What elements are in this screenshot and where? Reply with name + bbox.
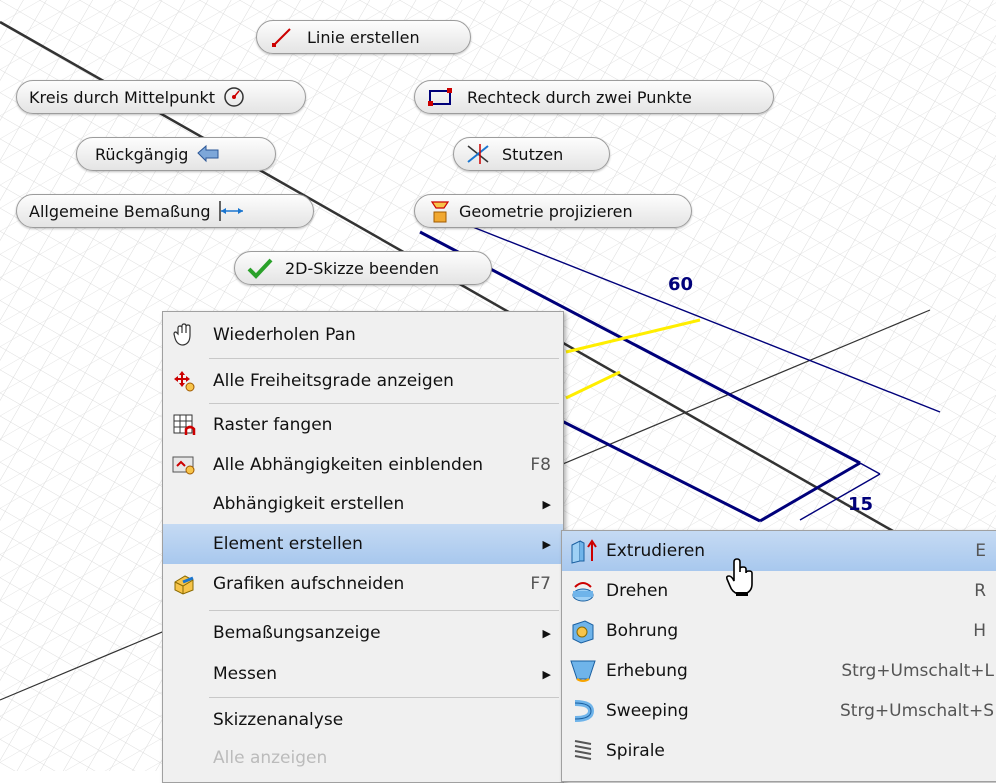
- context-menu: Wiederholen Pan Alle Freiheitsgrade anze…: [162, 311, 564, 783]
- coil-icon: [568, 736, 598, 766]
- menu-item-create-constraint[interactable]: Abhängigkeit erstellen ▶: [163, 484, 563, 524]
- hole-icon: [568, 616, 598, 646]
- revolve-icon: [568, 576, 598, 606]
- submenu-arrow-icon: ▶: [542, 626, 551, 640]
- sweep-icon: [568, 696, 598, 726]
- submenu-item-label: Erhebung: [606, 661, 688, 681]
- slice-graphics-icon: [169, 569, 199, 599]
- menu-item-create-feature[interactable]: Element erstellen ▶: [163, 524, 563, 564]
- undo-button[interactable]: Rückgängig: [76, 137, 276, 171]
- menu-item-measure[interactable]: Messen ▶: [163, 655, 563, 693]
- circle-icon: [221, 85, 247, 109]
- submenu-arrow-icon: ▶: [542, 497, 551, 511]
- menu-item-label: Grafiken aufschneiden: [213, 574, 405, 594]
- menu-item-label: Bemaßungsanzeige: [213, 623, 381, 643]
- submenu-item-label: Bohrung: [606, 621, 679, 641]
- submenu-item-label: Sweeping: [606, 701, 689, 721]
- submenu-item-coil[interactable]: Spirale: [562, 731, 996, 771]
- menu-item-shortcut: F7: [530, 574, 551, 594]
- menu-item-shortcut: F8: [530, 455, 551, 475]
- submenu-item-label: Extrudieren: [606, 541, 706, 561]
- submenu-item-hole[interactable]: Bohrung H: [562, 611, 996, 651]
- menu-item-label: Raster fangen: [213, 415, 333, 435]
- dimension-width[interactable]: 15: [848, 494, 873, 515]
- dimension-length[interactable]: 60: [668, 274, 693, 295]
- submenu-item-shortcut: R: [974, 581, 986, 601]
- menu-item-label: Alle Freiheitsgrade anzeigen: [213, 371, 454, 391]
- grid-snap-icon: [169, 410, 199, 440]
- dof-icon: [169, 366, 199, 396]
- submenu-arrow-icon: ▶: [542, 537, 551, 551]
- dimension-button[interactable]: Allgemeine Bemaßung: [16, 194, 314, 228]
- menu-item-label: Alle anzeigen: [213, 748, 328, 768]
- project-geometry-label: Geometrie projizieren: [459, 201, 633, 221]
- rectangle-icon: [427, 85, 453, 109]
- pan-hand-icon: [169, 320, 199, 350]
- submenu-item-extrude[interactable]: Extrudieren E: [562, 531, 996, 571]
- menu-item-label: Skizzenanalyse: [213, 710, 344, 730]
- rectangle-label: Rechteck durch zwei Punkte: [467, 87, 692, 107]
- line-button[interactable]: Linie erstellen: [256, 20, 471, 54]
- trim-icon: [466, 142, 492, 166]
- menu-item-show-constraints[interactable]: Alle Abhängigkeiten einblenden F8: [163, 446, 563, 484]
- finish-sketch-label: 2D-Skizze beenden: [285, 258, 439, 278]
- menu-item-show-all[interactable]: Alle anzeigen: [163, 742, 563, 772]
- submenu-item-shortcut: E: [975, 541, 986, 561]
- menu-item-label: Alle Abhängigkeiten einblenden: [213, 455, 484, 475]
- line-label: Linie erstellen: [307, 27, 420, 47]
- menu-item-sketch-analysis[interactable]: Skizzenanalyse: [163, 698, 563, 742]
- create-feature-submenu: Extrudieren E Drehen R Bohrung H Erhebun…: [561, 530, 996, 782]
- circle-label: Kreis durch Mittelpunkt: [29, 87, 216, 107]
- undo-label: Rückgängig: [95, 144, 189, 164]
- submenu-arrow-icon: ▶: [542, 667, 551, 681]
- trim-button[interactable]: Stutzen: [453, 137, 610, 171]
- menu-item-label: Element erstellen: [213, 534, 363, 554]
- menu-item-label: Wiederholen Pan: [213, 325, 356, 345]
- menu-item-show-dof[interactable]: Alle Freiheitsgrade anzeigen: [163, 359, 563, 403]
- loft-icon: [568, 656, 598, 686]
- submenu-item-loft[interactable]: Erhebung Strg+Umschalt+L: [562, 651, 996, 691]
- line-icon: [269, 25, 295, 49]
- constraints-icon: [169, 450, 199, 480]
- submenu-item-shortcut: H: [973, 621, 986, 641]
- menu-item-repeat-pan[interactable]: Wiederholen Pan: [163, 312, 563, 358]
- extrude-icon: [568, 536, 598, 566]
- dimension-icon: [217, 199, 243, 223]
- checkmark-icon: [247, 256, 273, 280]
- menu-item-label: Abhängigkeit erstellen: [213, 494, 405, 514]
- project-geometry-icon: [427, 199, 453, 223]
- menu-item-dimension-display[interactable]: Bemaßungsanzeige ▶: [163, 611, 563, 655]
- dimension-label: Allgemeine Bemaßung: [29, 201, 211, 221]
- menu-item-grid-snap[interactable]: Raster fangen: [163, 404, 563, 446]
- submenu-item-label: Spirale: [606, 741, 665, 761]
- trim-label: Stutzen: [502, 144, 564, 164]
- project-geometry-button[interactable]: Geometrie projizieren: [414, 194, 692, 228]
- hand-cursor-icon: [725, 558, 753, 596]
- menu-item-slice-graphics[interactable]: Grafiken aufschneiden F7: [163, 564, 563, 604]
- undo-icon: [196, 142, 222, 166]
- submenu-item-shortcut: Strg+Umschalt+S: [839, 701, 994, 721]
- submenu-item-sweep[interactable]: Sweeping Strg+Umschalt+S: [562, 691, 996, 731]
- menu-item-label: Messen: [213, 664, 278, 684]
- finish-sketch-button[interactable]: 2D-Skizze beenden: [234, 251, 492, 285]
- submenu-item-label: Drehen: [606, 581, 669, 601]
- circle-button[interactable]: Kreis durch Mittelpunkt: [16, 80, 306, 114]
- submenu-item-shortcut: Strg+Umschalt+L: [841, 661, 994, 681]
- submenu-item-revolve[interactable]: Drehen R: [562, 571, 996, 611]
- rectangle-button[interactable]: Rechteck durch zwei Punkte: [414, 80, 774, 114]
